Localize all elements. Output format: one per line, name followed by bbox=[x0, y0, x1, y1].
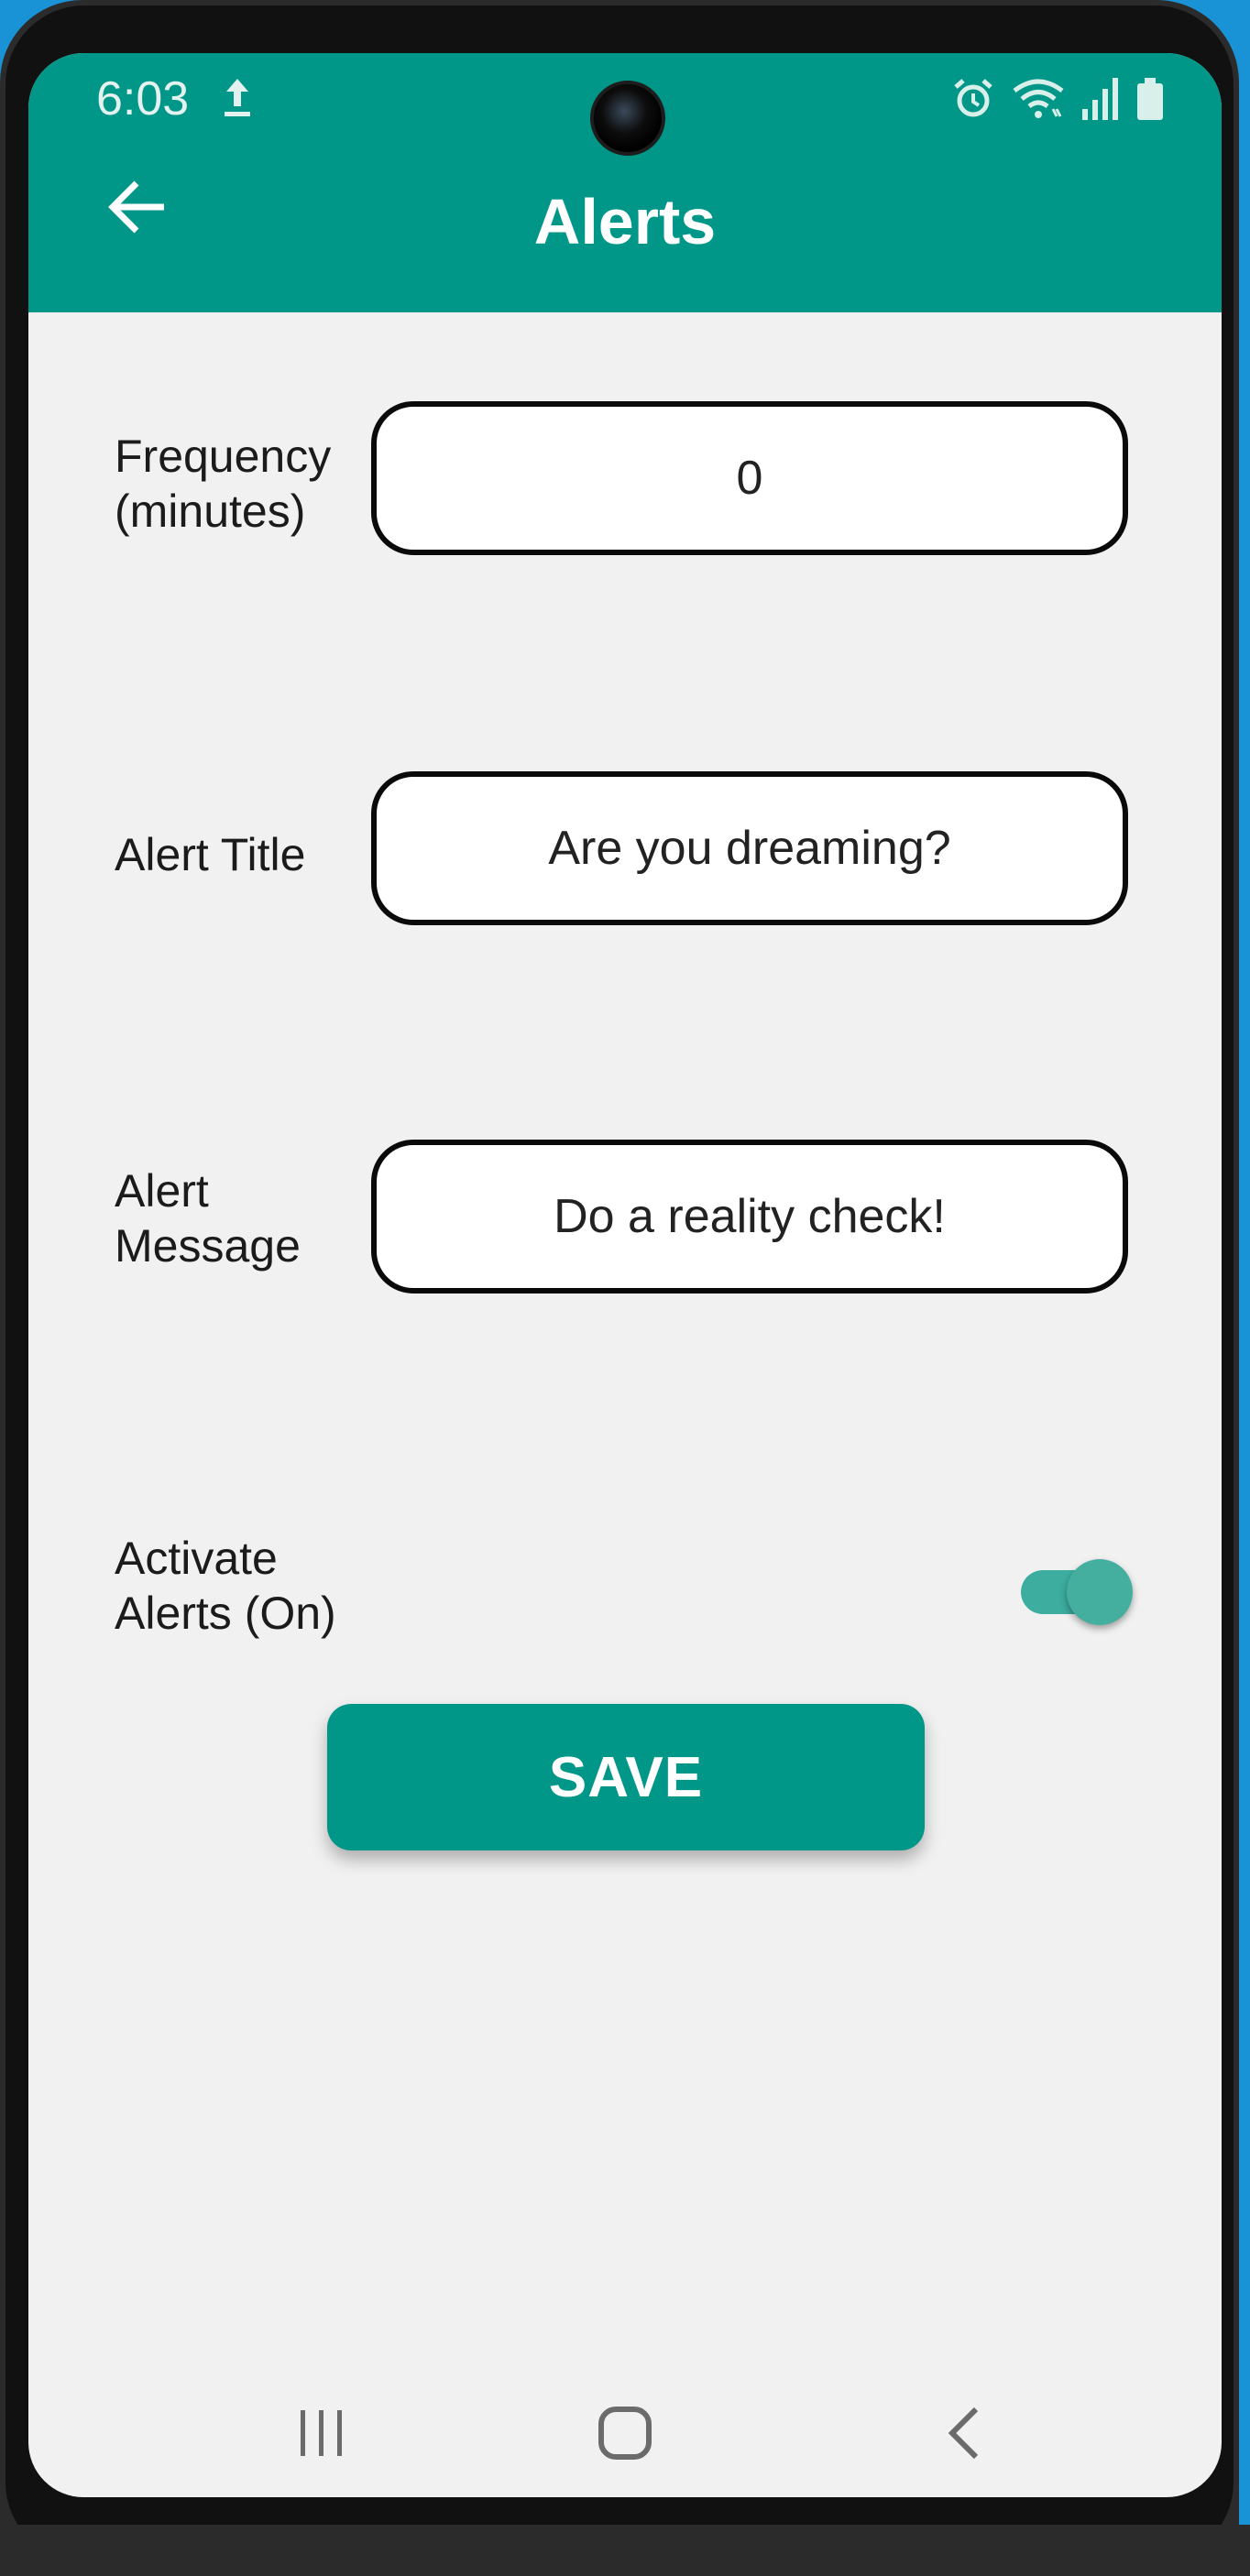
status-icons bbox=[950, 71, 1165, 126]
system-nav-bar bbox=[28, 2380, 1222, 2497]
device-frame: 6:03 Alerts Frequency (minutes) 0 Alert … bbox=[0, 0, 1250, 2576]
status-time: 6:03 bbox=[96, 72, 190, 126]
frequency-label: Frequency (minutes) bbox=[115, 431, 332, 537]
alarm-icon bbox=[950, 76, 996, 122]
back-icon bbox=[941, 2404, 987, 2467]
save-button[interactable]: SAVE bbox=[327, 1704, 925, 1850]
phone-bottom-edge bbox=[0, 2525, 1250, 2576]
battery-icon bbox=[1135, 76, 1165, 122]
activate-alerts-label: Activate Alerts (On) bbox=[115, 1533, 336, 1639]
home-icon bbox=[596, 2404, 654, 2467]
wifi-icon bbox=[1011, 76, 1066, 122]
home-button[interactable] bbox=[570, 2389, 680, 2481]
alert-message-field[interactable] bbox=[371, 1140, 1128, 1293]
alert-message-label: Alert Message bbox=[115, 1165, 301, 1272]
front-camera bbox=[590, 81, 665, 156]
signal-icon bbox=[1080, 76, 1121, 122]
phone-screen: 6:03 Alerts Frequency (minutes) 0 Alert … bbox=[28, 53, 1222, 2497]
frequency-field[interactable] bbox=[371, 401, 1128, 555]
recent-apps-button[interactable] bbox=[267, 2389, 377, 2481]
page-title: Alerts bbox=[533, 186, 717, 257]
upload-icon bbox=[219, 70, 256, 125]
nav-back-button[interactable] bbox=[909, 2389, 1019, 2481]
toggle-thumb bbox=[1067, 1559, 1133, 1625]
alert-title-label: Alert Title bbox=[115, 829, 306, 880]
app-bar: 6:03 Alerts bbox=[28, 53, 1222, 312]
recent-apps-icon bbox=[294, 2406, 349, 2465]
activate-alerts-toggle[interactable] bbox=[1021, 1546, 1133, 1625]
alert-title-field[interactable] bbox=[371, 771, 1128, 925]
